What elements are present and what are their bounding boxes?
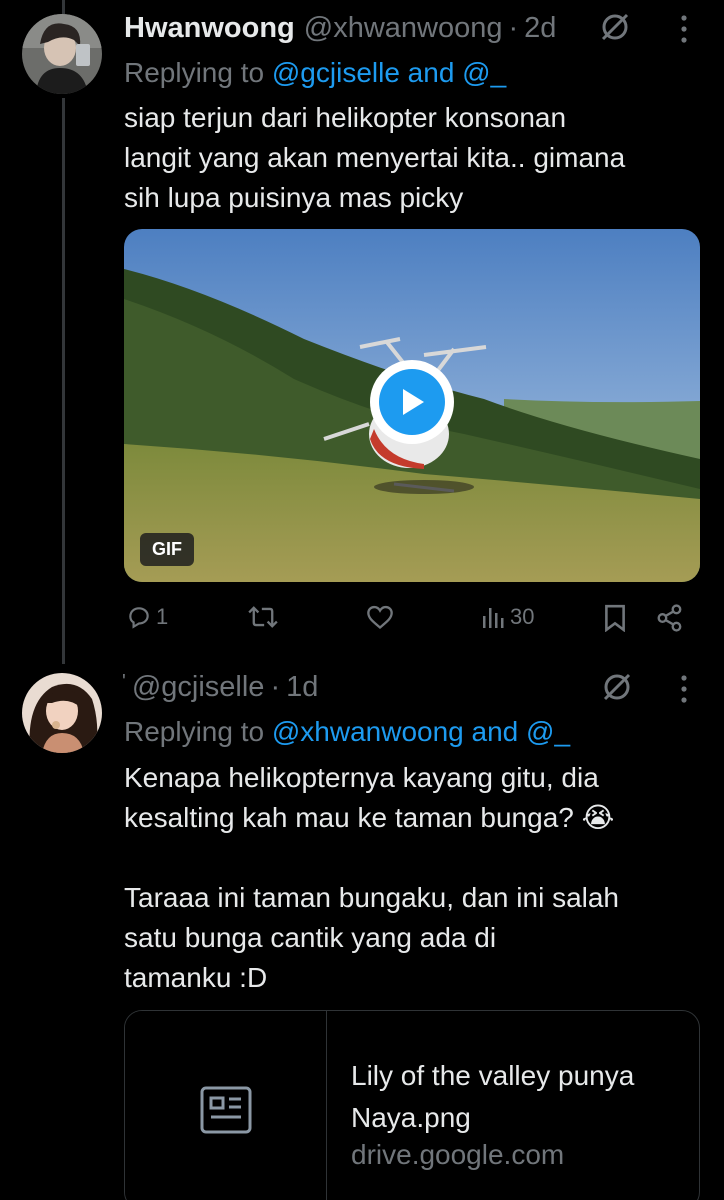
more-dots-icon[interactable] [679, 14, 689, 49]
views-bar-icon [483, 608, 504, 628]
bookmark-icon [605, 604, 625, 632]
retweet-icon [248, 606, 278, 628]
separator: · [270, 671, 281, 703]
replying-to-handles[interactable]: @gcjiselle and @_ [272, 57, 506, 88]
share-button[interactable] [656, 604, 684, 632]
replying-to-handles[interactable]: @xhwanwoong and @_ [272, 716, 570, 747]
retweet-button[interactable] [248, 604, 282, 630]
card-thumbnail [125, 1011, 327, 1200]
replying-to: Replying to @gcjiselle and @_ [124, 57, 506, 89]
tweet-text: siap terjun dari helikopter konsonan lan… [124, 102, 626, 213]
tweet-header: Hwanwoong @xhwanwoong · 2d [124, 12, 556, 45]
tweet-text-paragraph-1: Kenapa helikopternya kayang gitu, dia ke… [124, 762, 615, 833]
avatar[interactable] [22, 14, 102, 94]
play-button[interactable] [370, 360, 454, 444]
tweet-header: ' @gcjiselle · 1d [122, 671, 318, 704]
views-button[interactable]: 30 [482, 604, 534, 630]
handle[interactable]: @gcjiselle [132, 671, 265, 704]
link-card[interactable]: Lily of the valley punya Naya.png drive.… [124, 1010, 700, 1200]
timestamp[interactable]: 2d [524, 12, 556, 45]
avatar[interactable] [22, 673, 102, 753]
gif-badge: GIF [140, 533, 194, 566]
tweet-actions: 1 30 [124, 598, 700, 642]
grok-icon[interactable] [599, 11, 631, 48]
document-card-icon [200, 1086, 251, 1134]
reply-button[interactable]: 1 [126, 604, 168, 630]
separator: · [508, 12, 519, 44]
share-icon [657, 604, 682, 632]
card-title: Lily of the valley punya Naya.png [351, 1060, 635, 1133]
tweet-text-paragraph-2: Taraaa ini taman bungaku, dan ini salah … [124, 882, 620, 993]
grok-icon[interactable] [601, 671, 633, 708]
bookmark-button[interactable] [604, 604, 626, 632]
thread-line-tweet1 [62, 98, 65, 664]
display-name[interactable]: ' [122, 671, 126, 694]
more-dots-icon[interactable] [679, 674, 689, 709]
play-icon [379, 369, 445, 435]
replying-to-prefix: Replying to [124, 716, 272, 747]
handle[interactable]: @xhwanwoong [304, 12, 503, 45]
heart-icon [367, 605, 393, 630]
thread-line-top [62, 0, 65, 14]
display-name[interactable]: Hwanwoong [124, 12, 295, 45]
timestamp[interactable]: 1d [286, 671, 318, 704]
gif-media[interactable]: GIF [124, 229, 700, 582]
reply-count: 1 [156, 604, 169, 629]
reply-icon [129, 607, 149, 629]
views-count: 30 [510, 604, 535, 629]
like-button[interactable] [366, 604, 398, 630]
replying-to-prefix: Replying to [124, 57, 272, 88]
card-domain: drive.google.com [351, 1139, 565, 1170]
replying-to: Replying to @xhwanwoong and @_ [124, 716, 570, 748]
